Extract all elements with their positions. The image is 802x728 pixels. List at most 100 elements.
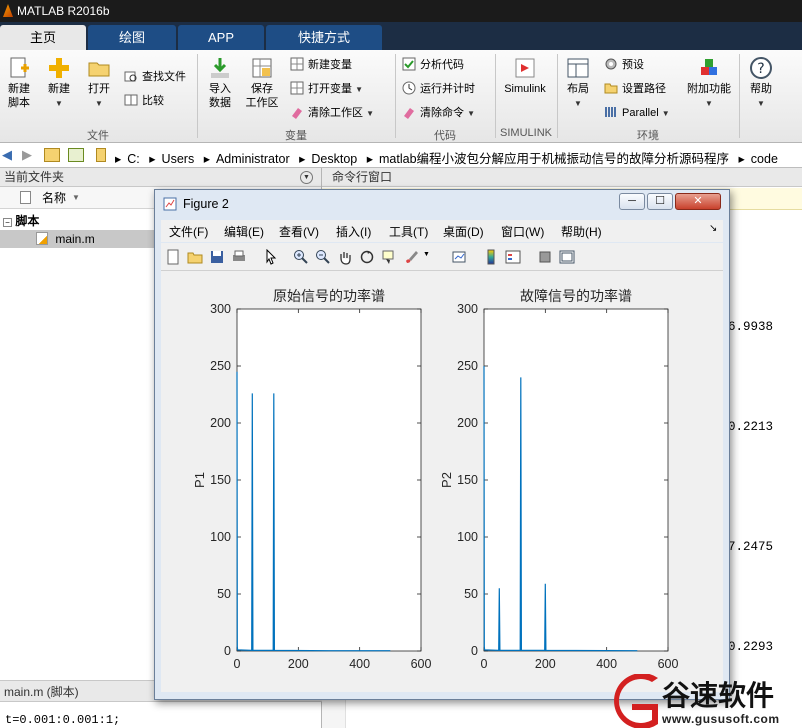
folder-open-icon — [88, 62, 110, 77]
menu-insert[interactable]: 插入(I) — [336, 223, 371, 240]
breadcrumb-segment[interactable]: code — [751, 152, 778, 166]
addons-icon — [701, 59, 717, 75]
maximize-button[interactable]: ☐ — [647, 193, 673, 210]
menu-desktop[interactable]: 桌面(D) — [443, 223, 484, 240]
breadcrumb-segment[interactable]: Desktop — [311, 152, 357, 166]
zoom-out-icon[interactable] — [315, 249, 331, 265]
set-path-button[interactable]: 设置路径 — [604, 80, 666, 98]
brush-dropdown-icon[interactable]: ▼ — [423, 251, 430, 258]
run-and-time-label: 运行并计时 — [420, 83, 475, 95]
menu-edit[interactable]: 编辑(E) — [224, 223, 264, 240]
figure-title-bar[interactable]: Figure 2 ─ ☐ ✕ — [155, 190, 729, 218]
simulink-icon — [515, 58, 535, 78]
x-tick-label: 600 — [411, 657, 432, 671]
up-folder-icon[interactable] — [44, 148, 60, 162]
browse-folder-icon[interactable] — [68, 148, 84, 162]
breadcrumb-segment[interactable]: C: — [127, 152, 140, 166]
minimize-button[interactable]: ─ — [619, 193, 645, 210]
find-files-icon — [124, 71, 137, 82]
pointer-icon[interactable] — [263, 249, 279, 265]
print-icon[interactable] — [231, 249, 247, 265]
breadcrumb-segment[interactable]: matlab编程小波包分解应用于机械振动信号的故障分析源码程序 — [379, 152, 729, 166]
chart-title: 原始信号的功率谱 — [273, 288, 385, 305]
path-separator: ▸ — [149, 152, 156, 166]
menu-tools[interactable]: 工具(T) — [389, 223, 428, 240]
pan-hand-icon[interactable] — [337, 249, 353, 265]
run-and-time-button[interactable]: 运行并计时 — [402, 80, 475, 98]
plot-svg[interactable]: 0 50 100 150 200 250 300 0 200 400 600 原始信号的功率谱 P1 0 5… — [161, 271, 723, 692]
panel-actions-icon[interactable]: ▼ — [300, 171, 313, 184]
output-value: 6.9938 — [728, 320, 774, 334]
ribbon-separator — [739, 54, 740, 138]
column-name-header[interactable]: 名称 — [42, 187, 66, 209]
link-plot-icon[interactable] — [451, 249, 467, 265]
layout-button[interactable]: 布局 ▼ — [562, 56, 594, 111]
open-variable-button[interactable]: 打开变量 ▼ — [290, 80, 363, 98]
ribbon-separator — [495, 54, 496, 138]
tab-apps[interactable]: APP — [178, 25, 264, 50]
help-label: 帮助 — [750, 83, 772, 95]
app-title-bar: MATLAB R2016b — [0, 0, 802, 22]
help-button[interactable]: ? 帮助 ▼ — [746, 56, 776, 111]
analyze-code-icon — [402, 57, 416, 71]
clear-workspace-button[interactable]: 清除工作区 ▼ — [290, 104, 374, 122]
open-label: 打开 — [88, 83, 110, 95]
code-preview-line: t=0.001:0.001:1; — [5, 713, 121, 727]
new-variable-button[interactable]: 新建变量 — [290, 56, 352, 74]
preferences-button[interactable]: 预设 — [604, 56, 644, 74]
zoom-in-icon[interactable] — [293, 249, 309, 265]
compare-button[interactable]: 比较 — [124, 92, 164, 110]
open-button[interactable]: 打开 ▼ — [82, 56, 116, 111]
legend-icon[interactable] — [505, 249, 521, 265]
close-button[interactable]: ✕ — [675, 193, 721, 210]
parallel-button[interactable]: Parallel ▼ — [604, 104, 670, 122]
y-tick-label: 250 — [457, 359, 478, 373]
forward-arrow-icon[interactable]: ▶ — [22, 147, 32, 163]
find-files-button[interactable]: 查找文件 — [124, 68, 186, 86]
dock-arrow-icon[interactable]: ↘ — [709, 223, 717, 234]
breadcrumb: ▸ C: ▸ Users ▸ Administrator ▸ Desktop ▸ matl… — [112, 148, 781, 167]
group-code-label: 代码 — [434, 130, 456, 142]
menu-file[interactable]: 文件(F) — [169, 223, 208, 240]
open-file-icon[interactable] — [187, 249, 203, 265]
new-variable-label: 新建变量 — [308, 59, 352, 71]
menu-help[interactable]: 帮助(H) — [561, 223, 602, 240]
folder-icon — [96, 148, 106, 162]
tab-plots[interactable]: 绘图 — [88, 25, 176, 50]
x-tick-label: 400 — [596, 657, 617, 671]
layout-label: 布局 — [567, 83, 589, 95]
clear-commands-button[interactable]: 清除命令 ▼ — [402, 104, 475, 122]
breadcrumb-segment[interactable]: Users — [162, 152, 195, 166]
analyze-code-button[interactable]: 分析代码 — [402, 56, 464, 74]
simulink-button[interactable]: Simulink — [500, 56, 550, 96]
save-icon[interactable] — [209, 249, 225, 265]
tab-shortcuts[interactable]: 快捷方式 — [266, 25, 382, 50]
back-arrow-icon[interactable]: ◀ — [2, 147, 12, 163]
tab-home[interactable]: 主页 — [0, 25, 86, 50]
breadcrumb-segment[interactable]: Administrator — [216, 152, 290, 166]
collapse-icon[interactable]: − — [3, 218, 12, 227]
app-title: MATLAB R2016b — [17, 4, 110, 18]
save-workspace-button[interactable]: 保存 工作区 — [244, 56, 280, 110]
menu-window[interactable]: 窗口(W) — [501, 223, 544, 240]
data-cursor-icon[interactable] — [381, 249, 397, 265]
show-plot-tools-icon[interactable] — [559, 249, 575, 265]
group-simulink-label: SIMULINK — [500, 127, 552, 139]
new-script-button[interactable]: 新建 脚本 — [4, 56, 34, 110]
new-button[interactable]: 新建 ▼ — [42, 56, 76, 111]
menu-view[interactable]: 查看(V) — [279, 223, 319, 240]
new-variable-icon — [290, 57, 304, 71]
figure-toolbar: ▼ — [161, 243, 723, 271]
import-data-button[interactable]: 导入 数据 — [204, 56, 236, 110]
new-script-label: 新建 脚本 — [8, 83, 30, 109]
new-label: 新建 — [48, 83, 70, 95]
addons-button[interactable]: 附加功能 ▼ — [684, 56, 734, 111]
path-separator: ▸ — [203, 152, 210, 166]
brush-icon[interactable] — [403, 249, 419, 265]
rotate-3d-icon[interactable] — [359, 249, 375, 265]
colorbar-icon[interactable] — [483, 249, 499, 265]
new-figure-icon[interactable] — [165, 249, 181, 265]
hide-plot-tools-icon[interactable] — [537, 249, 553, 265]
folder-icon — [604, 83, 618, 94]
ribbon-toolstrip: 新建 脚本 新建 ▼ 打开 ▼ 查找文件 比较 文件 导入 数据 保存 工作区 新建… — [0, 50, 802, 143]
